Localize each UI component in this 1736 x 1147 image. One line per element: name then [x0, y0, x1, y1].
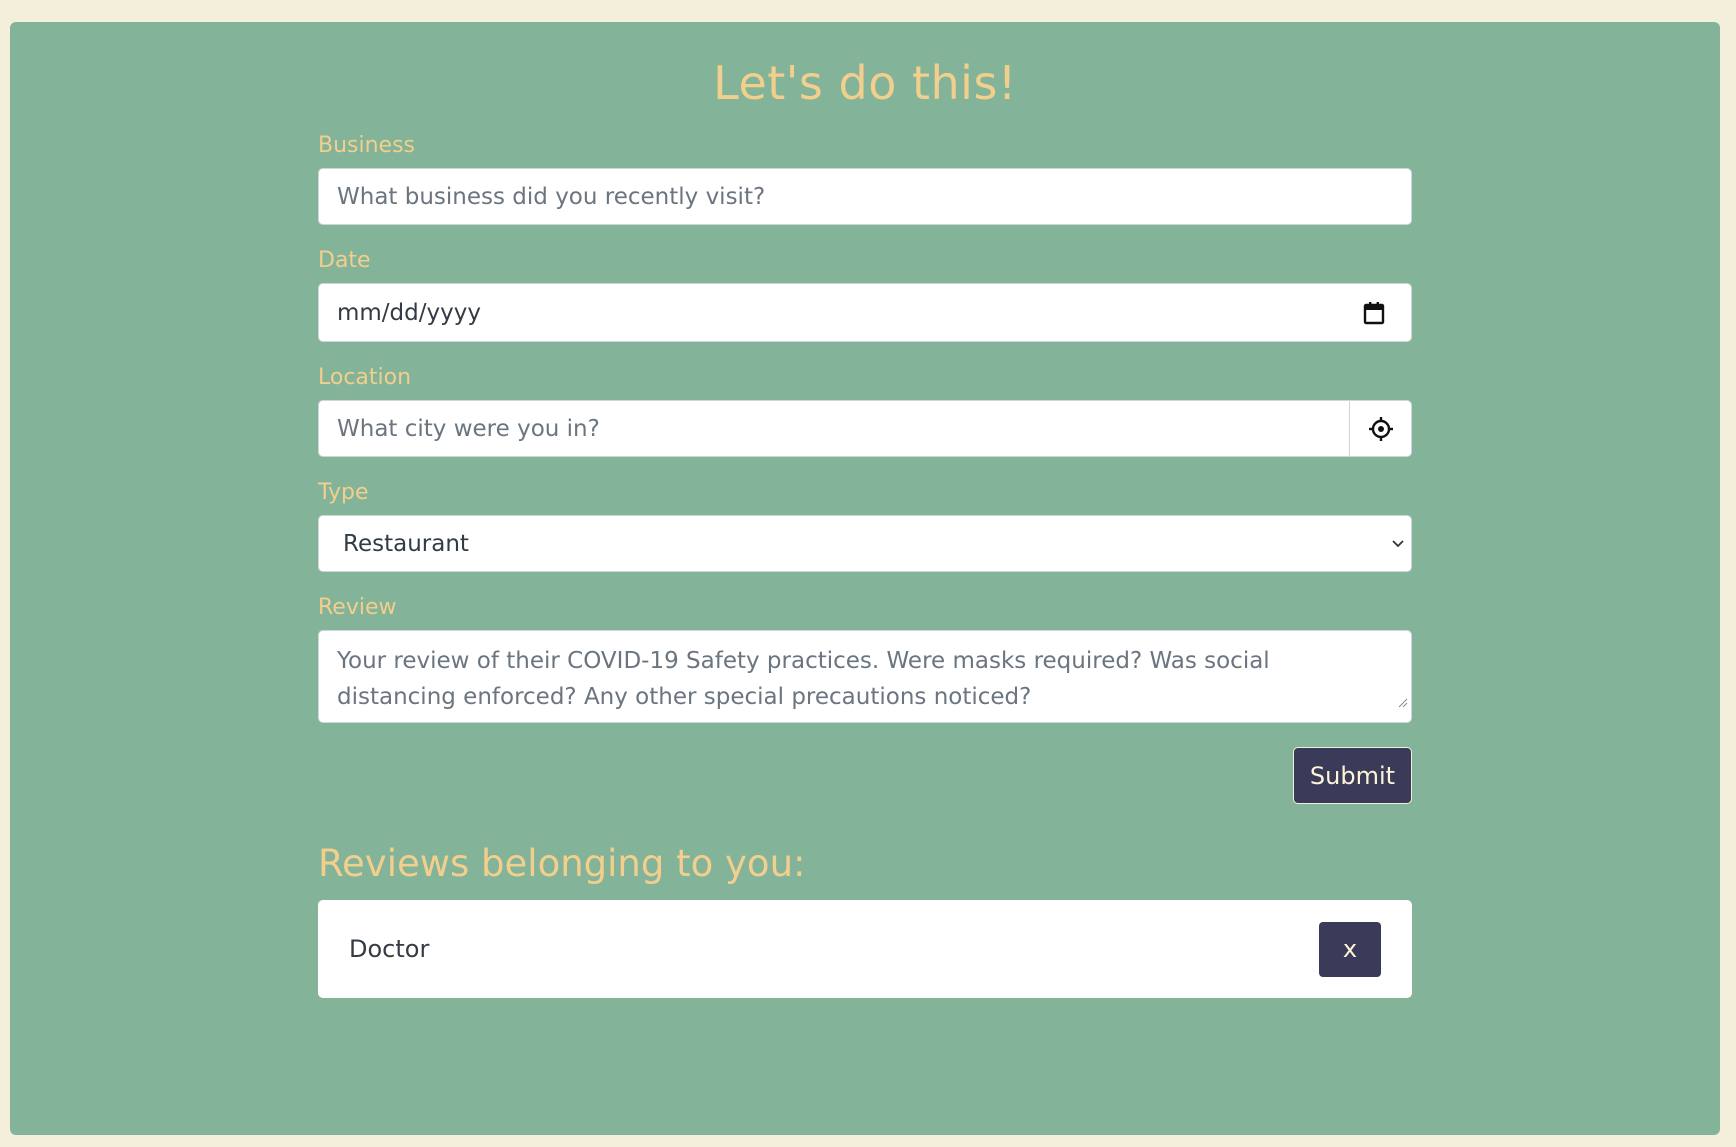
date-value: mm/dd/yyyy	[337, 299, 481, 326]
calendar-icon[interactable]	[1363, 301, 1385, 325]
location-placeholder: What city were you in?	[337, 415, 600, 442]
review-placeholder: Your review of their COVID-19 Safety pra…	[337, 648, 1270, 710]
locate-button[interactable]	[1349, 401, 1411, 456]
location-input[interactable]: What city were you in?	[318, 400, 1412, 457]
date-input[interactable]: mm/dd/yyyy	[318, 283, 1412, 342]
review-name: Doctor	[349, 935, 430, 963]
review-textarea[interactable]: Your review of their COVID-19 Safety pra…	[318, 630, 1412, 723]
date-label: Date	[318, 248, 371, 273]
location-label: Location	[318, 365, 412, 390]
business-label: Business	[318, 133, 416, 158]
business-input[interactable]: What business did you recently visit?	[318, 168, 1412, 225]
chevron-down-icon	[1391, 539, 1405, 549]
type-label: Type	[318, 480, 369, 505]
main-panel: Let's do this! Business What business di…	[10, 22, 1720, 1135]
page-title: Let's do this!	[713, 56, 1017, 110]
type-select[interactable]: Restaurant	[318, 515, 1412, 572]
business-placeholder: What business did you recently visit?	[337, 183, 766, 210]
resize-grip-icon[interactable]	[1396, 683, 1408, 719]
review-form: Business What business did you recently …	[318, 130, 1412, 998]
delete-review-button[interactable]: x	[1319, 921, 1381, 977]
list-item: Doctor x	[318, 900, 1412, 998]
submit-row: Submit	[318, 747, 1412, 804]
reviews-title: Reviews belonging to you:	[318, 842, 806, 885]
type-selected: Restaurant	[343, 530, 469, 557]
review-label: Review	[318, 595, 397, 620]
submit-button[interactable]: Submit	[1293, 747, 1412, 804]
crosshair-icon	[1368, 416, 1393, 441]
